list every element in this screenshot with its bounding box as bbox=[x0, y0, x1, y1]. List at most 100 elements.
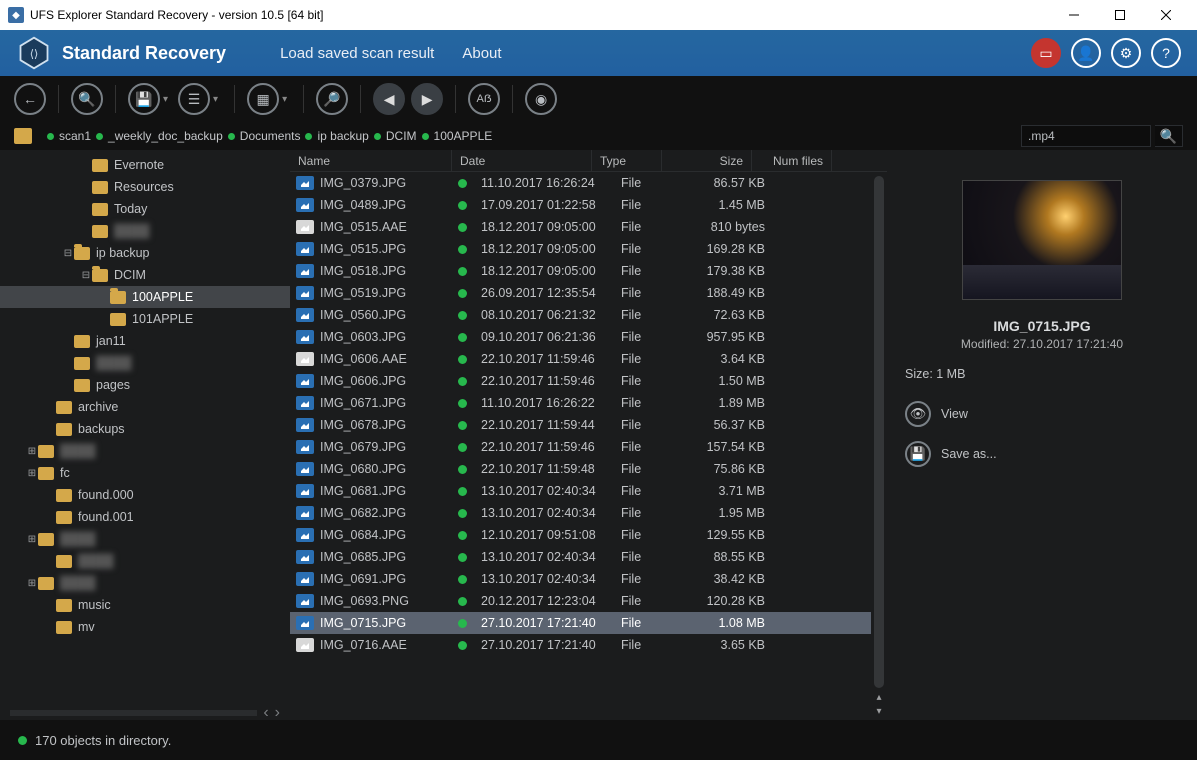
path-segment[interactable]: _weekly_doc_backup bbox=[108, 129, 223, 143]
tree-item[interactable]: ⊞ ████ bbox=[0, 528, 290, 550]
file-row[interactable]: IMG_0681.JPG13.10.2017 02:40:34File3.71 … bbox=[290, 480, 887, 502]
grid-dropdown[interactable]: ▾ bbox=[282, 94, 287, 105]
menu-load-saved[interactable]: Load saved scan result bbox=[280, 45, 434, 62]
file-row[interactable]: IMG_0685.JPG13.10.2017 02:40:34File88.55… bbox=[290, 546, 887, 568]
path-segment[interactable]: scan1 bbox=[59, 129, 91, 143]
tree-toggle-icon[interactable]: ⊞ bbox=[26, 578, 38, 589]
file-size: 86.57 KB bbox=[683, 176, 773, 190]
file-row[interactable]: IMG_0678.JPG22.10.2017 11:59:44File56.37… bbox=[290, 414, 887, 436]
search-icon[interactable]: 🔍 bbox=[1155, 125, 1183, 147]
file-scrollbar[interactable]: ▴▾ bbox=[871, 172, 887, 720]
file-row[interactable]: IMG_0715.JPG27.10.2017 17:21:40File1.08 … bbox=[290, 612, 887, 634]
file-row[interactable]: IMG_0693.PNG20.12.2017 12:23:04File120.2… bbox=[290, 590, 887, 612]
tree-item[interactable]: Resources bbox=[0, 176, 290, 198]
file-row[interactable]: IMG_0691.JPG13.10.2017 02:40:34File38.42… bbox=[290, 568, 887, 590]
list-button[interactable]: ☰ bbox=[178, 83, 210, 115]
tree-item[interactable]: ████ bbox=[0, 352, 290, 374]
saveas-label: Save as... bbox=[941, 447, 997, 461]
tree-toggle-icon[interactable]: ⊞ bbox=[26, 446, 38, 457]
tree-item[interactable]: ⊟DCIM bbox=[0, 264, 290, 286]
tree-item[interactable]: ████ bbox=[0, 220, 290, 242]
find-button[interactable]: 🔎 bbox=[316, 83, 348, 115]
save-dropdown[interactable]: ▾ bbox=[163, 94, 168, 105]
file-size: 1.08 MB bbox=[683, 616, 773, 630]
path-segment[interactable]: Documents bbox=[240, 129, 301, 143]
path-dot-icon bbox=[228, 133, 235, 140]
tree-scrollbar[interactable]: ‹› bbox=[10, 706, 280, 720]
tree-item[interactable]: Today bbox=[0, 198, 290, 220]
image-icon bbox=[296, 176, 314, 190]
tree-item[interactable]: ████ bbox=[0, 550, 290, 572]
tree-item[interactable]: ⊟ip backup bbox=[0, 242, 290, 264]
file-row[interactable]: IMG_0519.JPG26.09.2017 12:35:54File188.4… bbox=[290, 282, 887, 304]
eye-icon: 👁 bbox=[905, 401, 931, 427]
options-button[interactable]: ◉ bbox=[525, 83, 557, 115]
minimize-button[interactable] bbox=[1051, 0, 1097, 30]
tree-item[interactable]: mv bbox=[0, 616, 290, 638]
file-row[interactable]: IMG_0680.JPG22.10.2017 11:59:48File75.86… bbox=[290, 458, 887, 480]
file-row[interactable]: IMG_0379.JPG11.10.2017 16:26:24File86.57… bbox=[290, 172, 887, 194]
file-row[interactable]: IMG_0671.JPG11.10.2017 16:26:22File1.89 … bbox=[290, 392, 887, 414]
tree-item[interactable]: Evernote bbox=[0, 154, 290, 176]
close-button[interactable] bbox=[1143, 0, 1189, 30]
file-row[interactable]: IMG_0716.AAE27.10.2017 17:21:40File3.65 … bbox=[290, 634, 887, 656]
file-row[interactable]: IMG_0603.JPG09.10.2017 06:21:36File957.9… bbox=[290, 326, 887, 348]
prev-button[interactable]: ◀ bbox=[373, 83, 405, 115]
tree-toggle-icon[interactable]: ⊟ bbox=[80, 270, 92, 281]
file-row[interactable]: IMG_0682.JPG13.10.2017 02:40:34File1.95 … bbox=[290, 502, 887, 524]
file-row[interactable]: IMG_0515.AAE18.12.2017 09:05:00File810 b… bbox=[290, 216, 887, 238]
file-row[interactable]: IMG_0606.AAE22.10.2017 11:59:46File3.64 … bbox=[290, 348, 887, 370]
tree-item[interactable]: ⊞████ bbox=[0, 440, 290, 462]
tree-item[interactable]: found.001 bbox=[0, 506, 290, 528]
menu-about[interactable]: About bbox=[462, 45, 501, 62]
file-type: File bbox=[613, 308, 683, 322]
path-segment[interactable]: ip backup bbox=[317, 129, 368, 143]
col-type[interactable]: Type bbox=[592, 150, 662, 171]
tree-item[interactable]: archive bbox=[0, 396, 290, 418]
tree-label: ████ bbox=[60, 532, 95, 546]
tree-item[interactable]: music bbox=[0, 594, 290, 616]
path-segment[interactable]: DCIM bbox=[386, 129, 417, 143]
tree-toggle-icon[interactable]: ⊞ bbox=[26, 468, 38, 479]
back-button[interactable]: ← bbox=[14, 83, 46, 115]
next-button[interactable]: ▶ bbox=[411, 83, 443, 115]
col-name[interactable]: Name bbox=[290, 150, 452, 171]
file-row[interactable]: IMG_0606.JPG22.10.2017 11:59:46File1.50 … bbox=[290, 370, 887, 392]
file-row[interactable]: IMG_0515.JPG18.12.2017 09:05:00File169.2… bbox=[290, 238, 887, 260]
tree-item[interactable]: ⊞fc bbox=[0, 462, 290, 484]
saveas-button[interactable]: 💾 Save as... bbox=[905, 441, 1179, 467]
file-row[interactable]: IMG_0489.JPG17.09.2017 01:22:58File1.45 … bbox=[290, 194, 887, 216]
file-row[interactable]: IMG_0679.JPG22.10.2017 11:59:46File157.5… bbox=[290, 436, 887, 458]
user-icon[interactable]: 👤 bbox=[1071, 38, 1101, 68]
tree-item[interactable]: 101APPLE bbox=[0, 308, 290, 330]
tree-item[interactable]: pages bbox=[0, 374, 290, 396]
file-row[interactable]: IMG_0560.JPG08.10.2017 06:21:32File72.63… bbox=[290, 304, 887, 326]
file-row[interactable]: IMG_0518.JPG18.12.2017 09:05:00File179.3… bbox=[290, 260, 887, 282]
tree-item[interactable]: found.000 bbox=[0, 484, 290, 506]
maximize-button[interactable] bbox=[1097, 0, 1143, 30]
tree-item[interactable]: backups bbox=[0, 418, 290, 440]
save-button[interactable]: 💾 bbox=[128, 83, 160, 115]
grid-button[interactable]: ▦ bbox=[247, 83, 279, 115]
gear-icon[interactable]: ⚙ bbox=[1111, 38, 1141, 68]
tree-item[interactable]: ⊞████ bbox=[0, 572, 290, 594]
status-dot-icon bbox=[458, 245, 467, 254]
col-num[interactable]: Num files bbox=[752, 150, 832, 171]
tree-item[interactable]: jan11 bbox=[0, 330, 290, 352]
column-headers[interactable]: Name Date Type Size Num files bbox=[290, 150, 887, 172]
tree-item[interactable]: 100APPLE bbox=[0, 286, 290, 308]
search-input[interactable] bbox=[1021, 125, 1151, 147]
case-button[interactable]: Aẞ bbox=[468, 83, 500, 115]
col-date[interactable]: Date bbox=[452, 150, 592, 171]
news-icon[interactable]: ▭ bbox=[1031, 38, 1061, 68]
path-segment[interactable]: 100APPLE bbox=[434, 129, 493, 143]
breadcrumb: scan1 _weekly_doc_backup Documents ip backu… bbox=[0, 122, 1197, 150]
help-icon[interactable]: ? bbox=[1151, 38, 1181, 68]
file-row[interactable]: IMG_0684.JPG12.10.2017 09:51:08File129.5… bbox=[290, 524, 887, 546]
tree-toggle-icon[interactable]: ⊞ bbox=[26, 534, 38, 545]
view-button[interactable]: 👁 View bbox=[905, 401, 1179, 427]
list-dropdown[interactable]: ▾ bbox=[213, 94, 218, 105]
col-size[interactable]: Size bbox=[662, 150, 752, 171]
tree-toggle-icon[interactable]: ⊟ bbox=[62, 248, 74, 259]
zoom-button[interactable]: 🔍 bbox=[71, 83, 103, 115]
